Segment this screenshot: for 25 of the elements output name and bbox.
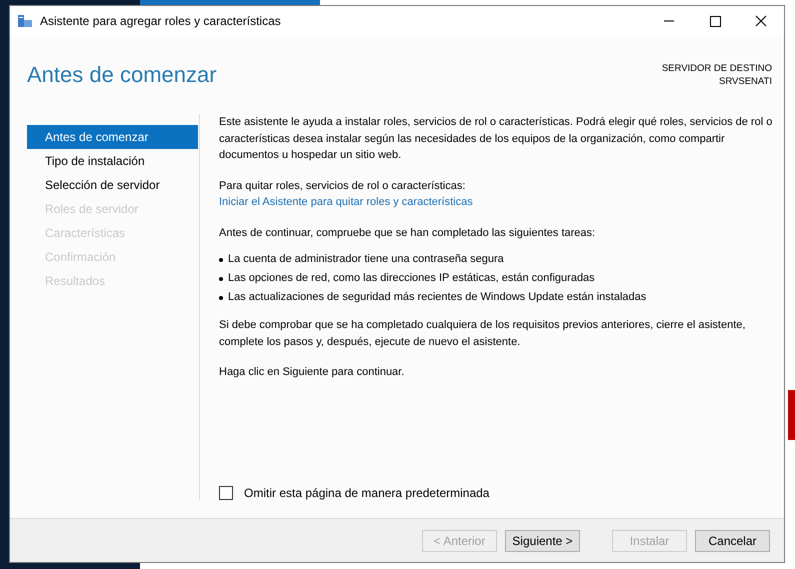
wizard-step[interactable]: Antes de comenzar xyxy=(27,125,198,149)
wizard-step[interactable]: Selección de servidor xyxy=(27,173,198,197)
alert-tile xyxy=(788,390,795,440)
bullet-icon xyxy=(219,258,223,262)
destination-label: SERVIDOR DE DESTINO xyxy=(662,62,772,75)
wizard-step[interactable]: Tipo de instalación xyxy=(27,149,198,173)
action-button[interactable]: Cancelar xyxy=(695,530,770,552)
remove-text: Para quitar roles, servicios de rol o características: xyxy=(219,178,466,194)
bullet-icon xyxy=(219,276,223,280)
server-wizard-icon xyxy=(17,14,33,28)
task-item: Las opciones de red, como las direcciones IP estáticas, están configuradas xyxy=(228,271,595,286)
next-hint: Haga clic en Siguiente para continuar. xyxy=(219,365,406,380)
window-title: Asistente para agregar roles y características xyxy=(40,14,281,28)
intro-paragraph: Este asistente le ayuda a instalar roles, servicios de rol o características. Podrá elegir qué roles, servicios de rol o características desea instalar según las necesidades de los equipos de la organización, como compartir documentos u hospedar un sitio web. xyxy=(219,115,774,163)
navigation-button[interactable]: Siguiente > xyxy=(505,530,580,552)
checkbox-label: Omitir esta página de manera predeterminada xyxy=(244,486,490,500)
page-title: Antes de comenzar xyxy=(27,62,217,89)
tasks-intro: Antes de continuar, compruebe que se han completado las siguientes tareas: xyxy=(219,226,596,240)
task-item: La cuenta de administrador tiene una contraseña segura xyxy=(228,252,504,267)
task-item: Las actualizaciones de seguridad más recientes de Windows Update están instaladas xyxy=(228,290,646,305)
bullet-icon xyxy=(219,296,223,300)
skip-checkbox[interactable] xyxy=(219,486,233,500)
destination-server: SRVSENATI xyxy=(719,75,772,88)
requirements-paragraph: Si debe comprobar que se ha completado cualquiera de los requisitos previos anteriores, cierre el asistente, complete los pasos y, después, ejecute de nuevo el asistente. xyxy=(219,318,746,350)
remove-wizard-link[interactable]: Iniciar el Asistente para quitar roles y características xyxy=(219,196,473,208)
